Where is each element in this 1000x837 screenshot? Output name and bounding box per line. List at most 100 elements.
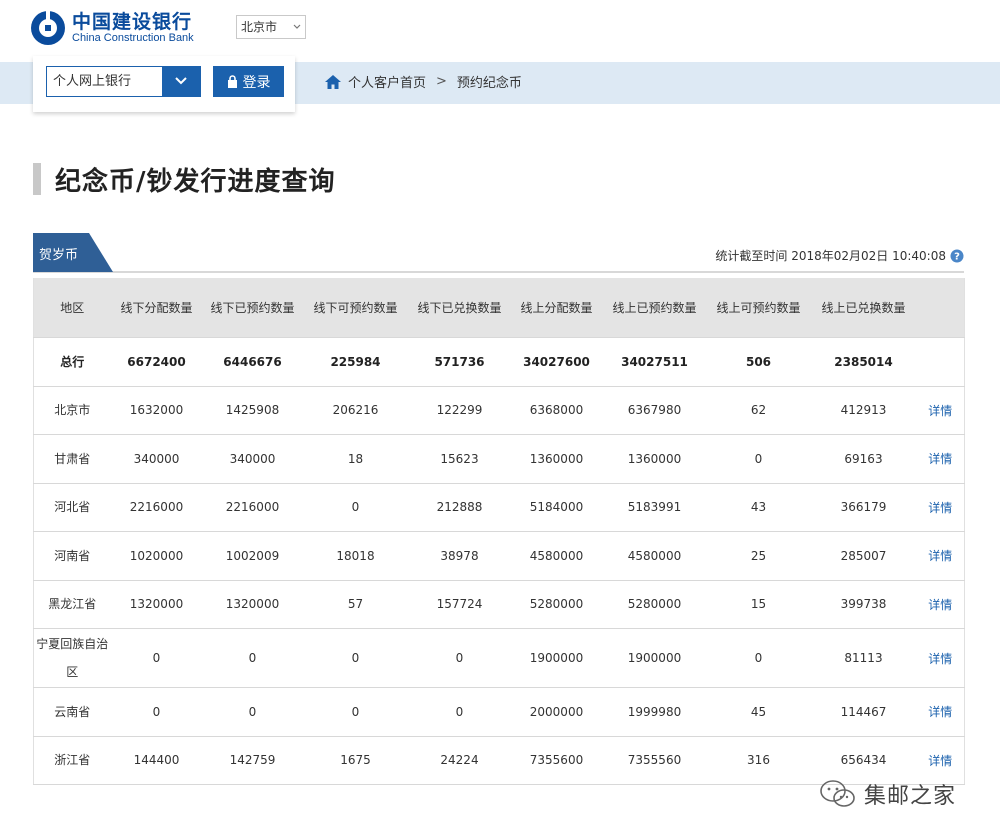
region-cell: 云南省 <box>33 687 111 737</box>
table-cell: 5184000 <box>510 483 603 532</box>
table-cell: 144400 <box>110 736 203 785</box>
table-cell: 5183991 <box>602 483 707 532</box>
detail-link[interactable]: 详情 <box>928 754 952 768</box>
table-cell: 340000 <box>110 434 203 484</box>
table-cell: 57 <box>302 580 409 629</box>
table-cell: 114467 <box>810 687 917 737</box>
table-cell: 7355600 <box>510 736 603 785</box>
table-cell: 81113 <box>810 628 917 688</box>
table-cell: 45 <box>706 687 811 737</box>
city-select-value: 北京市 <box>241 20 278 34</box>
detail-cell: 详情 <box>916 687 965 737</box>
table-cell: 6367980 <box>602 386 707 435</box>
column-header: 线上分配数量 <box>510 278 603 338</box>
table-cell: 412913 <box>810 386 917 435</box>
ccb-logo-icon <box>31 10 65 45</box>
table-cell: 38978 <box>408 531 511 581</box>
tab-row: 贺岁币 统计截至时间 2018年02月02日 10:40:08 ? <box>33 233 964 273</box>
table-cell: 43 <box>706 483 811 532</box>
table-cell: 1360000 <box>510 434 603 484</box>
city-select[interactable]: 北京市 <box>236 15 306 39</box>
column-header: 地区 <box>33 278 111 338</box>
table-cell: 2216000 <box>202 483 303 532</box>
tab-hesui-coin[interactable]: 贺岁币 <box>33 233 113 272</box>
help-icon[interactable]: ? <box>950 249 964 263</box>
table-cell: 571736 <box>408 337 511 387</box>
table-row: 北京市 1632000 1425908 206216 122299 6368000 6367… <box>33 386 965 435</box>
region-cell: 河北省 <box>33 483 111 532</box>
column-header: 线上已兑换数量 <box>810 278 917 338</box>
table-cell: 1320000 <box>110 580 203 629</box>
table-cell: 1900000 <box>602 628 707 688</box>
table-cell: 1632000 <box>110 386 203 435</box>
table-cell: 1999980 <box>602 687 707 737</box>
detail-link[interactable]: 详情 <box>928 598 952 612</box>
table-cell: 0 <box>408 687 511 737</box>
table-cell: 0 <box>706 628 811 688</box>
detail-link[interactable]: 详情 <box>928 404 952 418</box>
table-cell: 7355560 <box>602 736 707 785</box>
title-accent-bar <box>33 163 41 195</box>
table-cell: 4580000 <box>510 531 603 581</box>
login-button[interactable]: 登录 <box>213 66 284 97</box>
breadcrumb: 个人客户首页 > 预约纪念币 <box>324 72 522 91</box>
stat-time: 统计截至时间 2018年02月02日 10:40:08 ? <box>715 247 964 264</box>
detail-cell: 详情 <box>916 531 965 581</box>
detail-link[interactable]: 详情 <box>928 501 952 515</box>
bank-type-dropdown-button[interactable] <box>162 67 200 96</box>
region-cell: 总行 <box>33 337 111 387</box>
stat-time-text: 统计截至时间 2018年02月02日 10:40:08 <box>715 249 946 263</box>
table-cell: 1360000 <box>602 434 707 484</box>
table-cell: 1002009 <box>202 531 303 581</box>
table-cell: 2385014 <box>810 337 917 387</box>
table-header-row: 地区 线下分配数量 线下已预约数量 线下可预约数量 线下已兑换数量 线上分配数量 线上已预约… <box>33 278 965 338</box>
region-cell: 黑龙江省 <box>33 580 111 629</box>
bank-type-value: 个人网上银行 <box>53 74 132 89</box>
home-icon[interactable] <box>324 74 342 90</box>
detail-link[interactable]: 详情 <box>928 452 952 466</box>
breadcrumb-home-link[interactable]: 个人客户首页 <box>348 72 426 91</box>
table-row: 黑龙江省 1320000 1320000 57 157724 5280000 5280000… <box>33 580 965 629</box>
region-cell: 北京市 <box>33 386 111 435</box>
table-cell: 0 <box>202 628 303 688</box>
table-cell: 142759 <box>202 736 303 785</box>
detail-link[interactable]: 详情 <box>928 652 952 666</box>
table-cell: 1675 <box>302 736 409 785</box>
table-cell: 0 <box>408 628 511 688</box>
breadcrumb-separator: > <box>436 74 447 89</box>
table-row: 河南省 1020000 1002009 18018 38978 4580000 458000… <box>33 531 965 581</box>
table-row: 云南省 0 0 0 0 2000000 1999980 45 114467 详情 <box>33 687 965 737</box>
bank-type-select[interactable]: 个人网上银行 <box>46 66 201 97</box>
detail-cell: 详情 <box>916 386 965 435</box>
table-cell: 340000 <box>202 434 303 484</box>
region-cell: 甘肃省 <box>33 434 111 484</box>
table-row: 河北省 2216000 2216000 0 212888 5184000 5183991 43… <box>33 483 965 532</box>
logo-chinese: 中国建设银行 <box>72 10 193 33</box>
breadcrumb-current: 预约纪念币 <box>456 76 522 91</box>
table-cell: 2000000 <box>510 687 603 737</box>
region-cell: 宁夏回族自治区 <box>33 628 111 688</box>
wechat-icon <box>820 780 855 807</box>
table-cell: 62 <box>706 386 811 435</box>
table-cell: 24224 <box>408 736 511 785</box>
detail-link[interactable]: 详情 <box>928 549 952 563</box>
detail-link[interactable]: 详情 <box>928 705 952 719</box>
table-cell: 366179 <box>810 483 917 532</box>
login-panel: 个人网上银行 登录 <box>33 56 295 112</box>
issuance-table: 地区 线下分配数量 线下已预约数量 线下可预约数量 线下已兑换数量 线上分配数量 线上已预约… <box>33 278 965 785</box>
table-cell: 4580000 <box>602 531 707 581</box>
table-cell: 5280000 <box>510 580 603 629</box>
bank-logo[interactable]: 中国建设银行 China Construction Bank <box>30 10 194 46</box>
table-row-total: 总行 6672400 6446676 225984 571736 34027600 3402… <box>33 337 965 387</box>
column-header: 线下已兑换数量 <box>408 278 511 338</box>
table-row: 甘肃省 340000 340000 18 15623 1360000 1360000 0 691… <box>33 434 965 484</box>
column-header: 线下可预约数量 <box>302 278 409 338</box>
tab-label: 贺岁币 <box>39 248 79 263</box>
table-cell: 34027511 <box>602 337 707 387</box>
table-cell: 157724 <box>408 580 511 629</box>
table-cell: 0 <box>302 687 409 737</box>
table-cell: 1425908 <box>202 386 303 435</box>
table-cell: 122299 <box>408 386 511 435</box>
lock-icon <box>227 75 237 88</box>
table-cell: 316 <box>706 736 811 785</box>
